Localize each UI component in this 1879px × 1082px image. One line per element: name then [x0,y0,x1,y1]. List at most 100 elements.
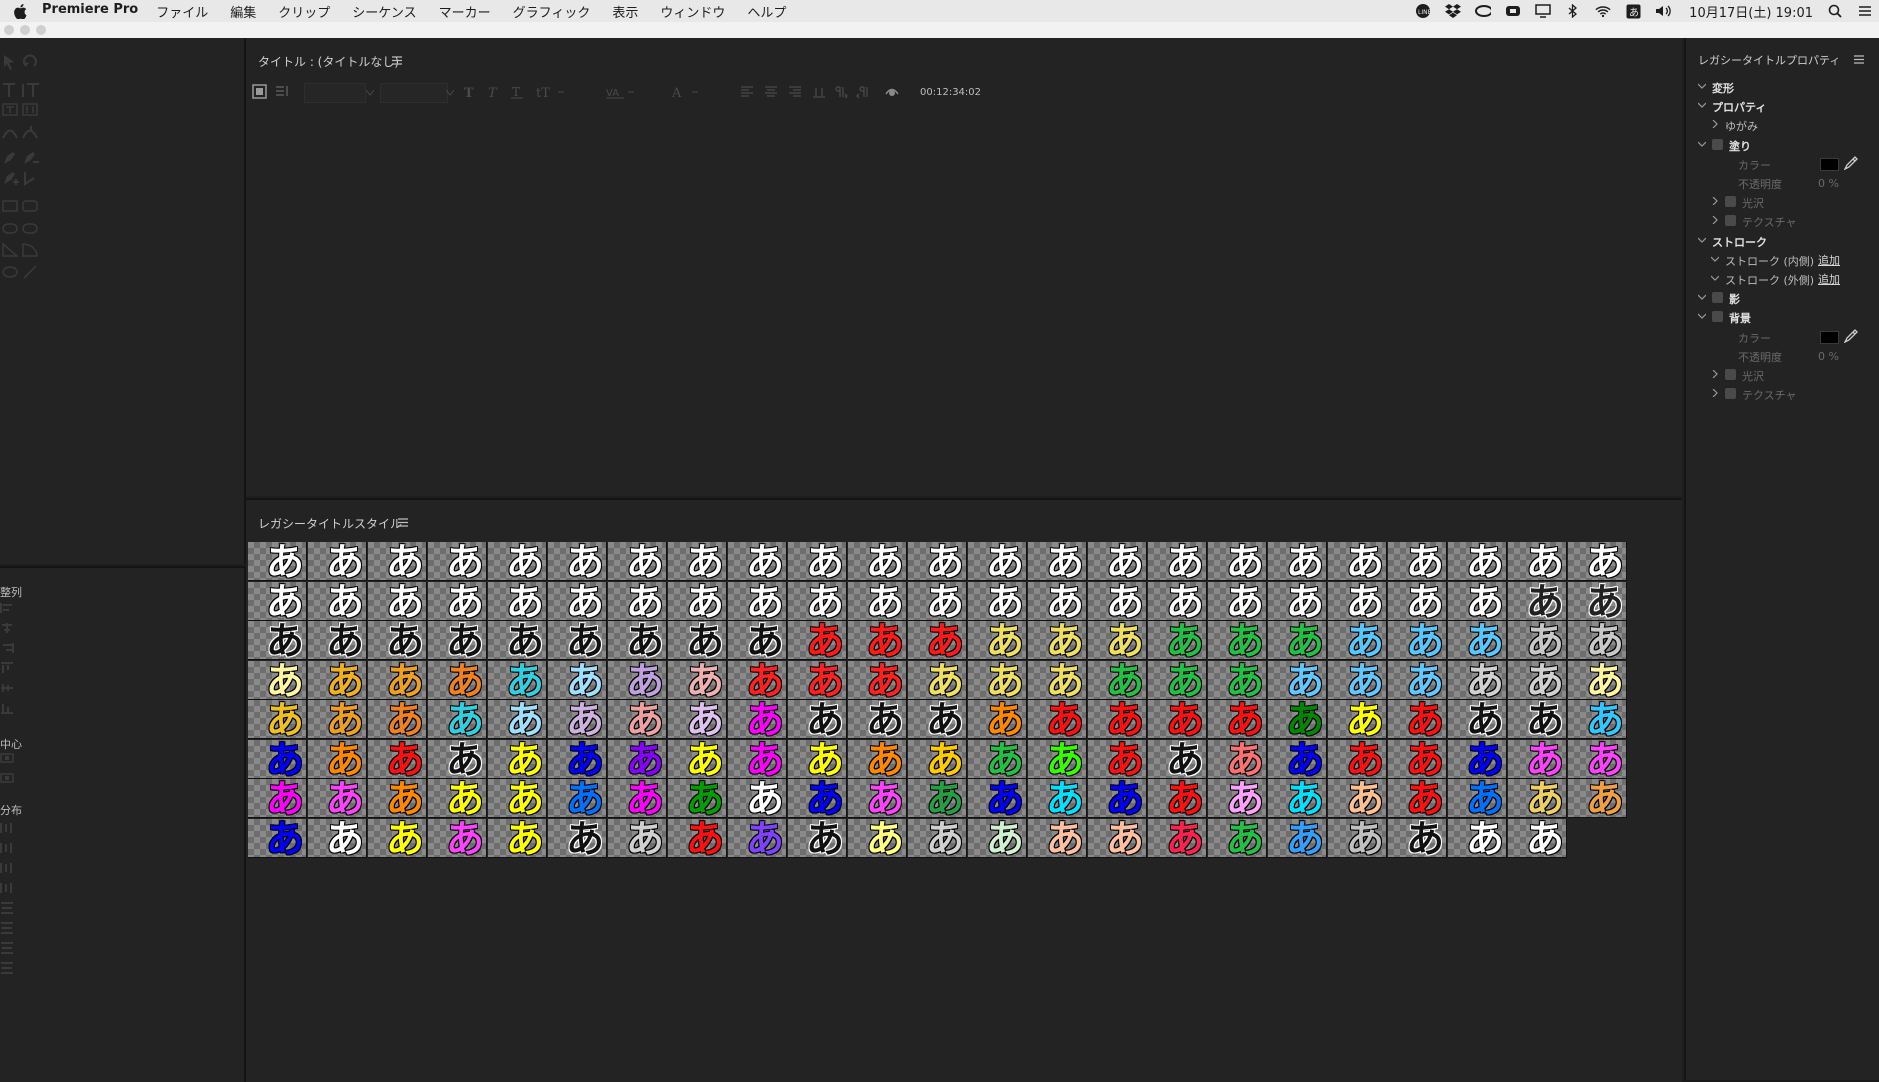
title-style-swatch[interactable]: あ [1568,542,1627,581]
title-style-swatch[interactable]: あ [248,660,307,700]
control-center-icon[interactable] [1857,3,1873,19]
chevron-right-icon[interactable] [1711,216,1719,225]
chevron-down-icon[interactable] [1711,274,1719,282]
title-style-swatch[interactable]: あ [968,779,1027,818]
font-style-chevron-down-icon[interactable] [446,90,454,96]
title-style-swatch[interactable]: あ [728,700,787,739]
title-style-swatch[interactable]: あ [1088,660,1147,700]
title-style-swatch[interactable]: あ [1508,542,1567,581]
title-style-swatch[interactable]: あ [308,700,367,739]
title-style-swatch[interactable]: あ [608,739,667,779]
title-style-swatch[interactable]: あ [248,581,307,621]
title-style-swatch[interactable]: あ [1328,779,1387,818]
title-style-swatch[interactable]: あ [488,779,547,818]
window-minimize-button[interactable] [20,25,30,35]
title-style-swatch[interactable]: あ [548,818,607,858]
menu-graphics[interactable]: グラフィック [513,2,591,21]
title-style-swatch[interactable]: あ [1508,818,1567,858]
title-panel-menu-icon[interactable] [392,56,402,65]
font-family-dropdown[interactable] [304,83,366,103]
distribute-center-icon[interactable] [0,842,14,854]
title-style-swatch[interactable]: あ [848,660,907,700]
menu-file[interactable]: ファイル [156,2,208,21]
title-style-swatch[interactable]: あ [968,739,1027,779]
tab-stops-icon[interactable] [812,85,826,99]
line-app-icon[interactable]: LINE [1415,3,1431,19]
title-style-swatch[interactable]: あ [428,700,487,739]
title-style-swatch[interactable]: あ [1508,581,1567,621]
title-style-swatch[interactable]: あ [908,542,967,581]
title-style-swatch[interactable]: あ [848,700,907,739]
title-style-swatch[interactable]: あ [248,621,307,660]
chevron-right-icon[interactable] [1711,370,1719,378]
title-style-swatch[interactable]: あ [1208,818,1267,858]
title-style-swatch[interactable]: あ [1328,542,1387,581]
title-style-swatch[interactable]: あ [848,818,907,858]
title-style-swatch[interactable]: あ [488,739,547,779]
title-style-swatch[interactable]: あ [1568,621,1627,660]
title-style-swatch[interactable]: あ [488,581,547,621]
clipped-corner-rectangle-tool-icon[interactable] [2,220,20,236]
title-style-swatch[interactable]: あ [1268,660,1327,700]
title-style-swatch[interactable]: あ [1448,739,1507,779]
properties-panel-menu-icon[interactable] [1854,55,1864,64]
bluetooth-icon[interactable] [1565,3,1581,19]
menu-view[interactable]: 表示 [612,2,638,21]
title-style-swatch[interactable]: あ [1148,621,1207,660]
title-style-swatch[interactable]: あ [788,700,847,739]
shadow-checkbox[interactable] [1712,292,1723,304]
title-style-swatch[interactable]: あ [1448,779,1507,818]
title-style-swatch[interactable]: あ [1268,779,1327,818]
align-text-left-icon[interactable] [740,85,754,99]
menu-marker[interactable]: マーカー [439,2,491,21]
title-style-swatch[interactable]: あ [1148,700,1207,739]
fill-sheen-checkbox[interactable] [1725,196,1736,208]
title-style-swatch[interactable]: あ [1328,581,1387,621]
title-style-swatch[interactable]: あ [668,739,727,779]
pen-tool-icon[interactable] [2,150,20,166]
title-style-swatch[interactable]: あ [1328,621,1387,660]
title-style-swatch[interactable]: あ [428,818,487,858]
title-style-swatch[interactable]: あ [428,779,487,818]
title-style-swatch[interactable]: あ [728,542,787,581]
window-close-button[interactable] [4,25,14,35]
font-size-icon[interactable]: tT [536,85,568,99]
title-style-swatch[interactable]: あ [308,818,367,858]
title-style-swatch[interactable]: あ [1028,660,1087,700]
eyedropper-icon[interactable] [1844,155,1858,170]
background-timecode[interactable]: 00:12:34:02 [920,87,981,98]
title-style-swatch[interactable]: あ [1328,739,1387,779]
title-style-swatch[interactable]: あ [308,779,367,818]
title-style-swatch[interactable]: あ [608,581,667,621]
title-style-swatch[interactable]: あ [1568,779,1627,818]
vertical-type-tool-icon[interactable] [22,82,40,98]
title-style-swatch[interactable]: あ [428,621,487,660]
title-style-swatch[interactable]: あ [1028,739,1087,779]
title-style-swatch[interactable]: あ [248,779,307,818]
title-style-swatch[interactable]: あ [1388,818,1447,858]
title-style-swatch[interactable]: あ [1568,700,1627,739]
title-style-swatch[interactable]: あ [1568,660,1627,700]
title-style-swatch[interactable]: あ [668,660,727,700]
wedge-tool-icon[interactable] [2,242,20,258]
title-style-swatch[interactable]: あ [1208,542,1267,581]
title-style-swatch[interactable]: あ [1028,818,1087,858]
title-style-swatch[interactable]: あ [668,581,727,621]
title-style-swatch[interactable]: あ [608,818,667,858]
title-style-swatch[interactable]: あ [368,739,427,779]
title-style-swatch[interactable]: あ [548,779,607,818]
title-style-swatch[interactable]: あ [1268,542,1327,581]
bold-icon[interactable]: T [462,85,476,99]
menu-edit[interactable]: 編集 [230,2,256,21]
paragraph-rtl-icon[interactable] [856,85,870,99]
title-style-swatch[interactable]: あ [608,779,667,818]
align-text-center-icon[interactable] [764,85,778,99]
path-type-tool-icon[interactable] [2,124,20,140]
title-style-swatch[interactable]: あ [1148,581,1207,621]
title-style-swatch[interactable]: あ [908,581,967,621]
eyedropper-icon[interactable] [1844,328,1858,343]
show-background-video-icon[interactable] [884,84,900,100]
title-style-swatch[interactable]: あ [1568,581,1627,621]
wifi-icon[interactable] [1595,3,1611,19]
title-style-swatch[interactable]: あ [1388,542,1447,581]
